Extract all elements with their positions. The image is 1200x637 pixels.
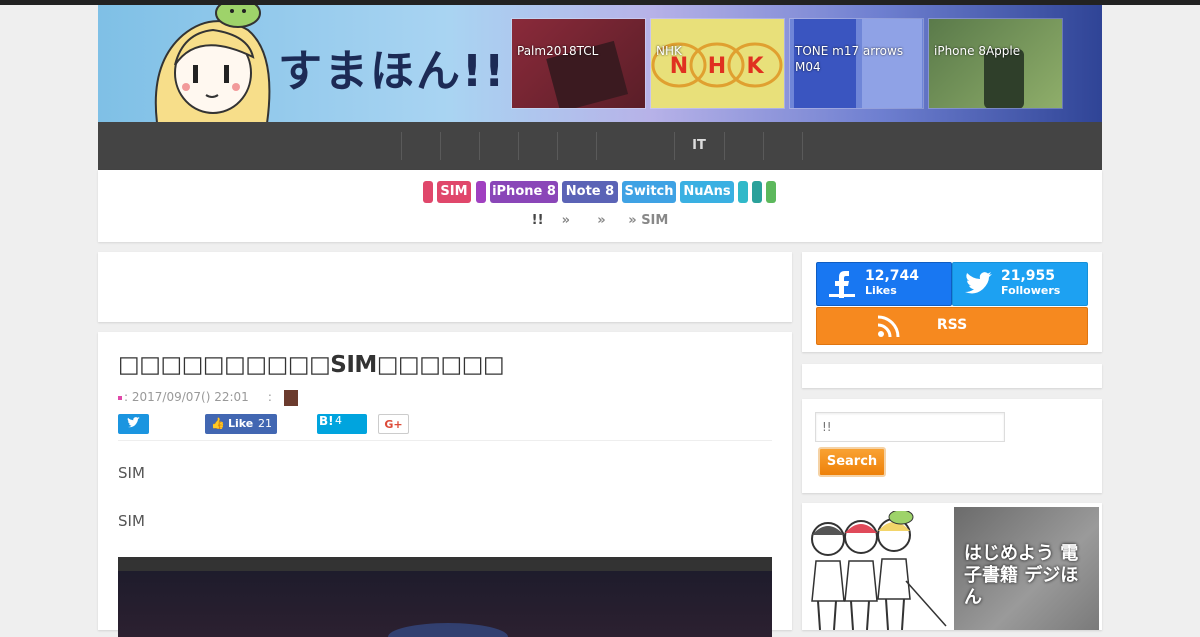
tweet-button[interactable]: [118, 414, 149, 434]
like-label: Like: [228, 417, 254, 430]
facebook-count: 12,744: [865, 268, 920, 284]
tag[interactable]: [766, 181, 776, 203]
article-meta: : 2017/09/07() 22:01 :: [118, 390, 272, 404]
facebook-icon: [829, 271, 855, 298]
breadcrumb-sep: »: [561, 213, 571, 228]
twitter-label: Followers: [1001, 284, 1061, 297]
nav-item[interactable]: [401, 132, 440, 160]
main-nav: IT: [98, 122, 1102, 170]
date-icon: [118, 395, 122, 400]
tag[interactable]: [476, 181, 486, 203]
breadcrumb-sep: »: [597, 213, 606, 228]
article-title: □□□□□□□□□□SIM□□□□□□: [118, 352, 505, 378]
stage-photo: [118, 557, 772, 637]
tag-nuans[interactable]: NuAns: [680, 181, 734, 203]
hatena-count: 4: [335, 414, 342, 427]
site-logo-text[interactable]: すまほん!!: [278, 35, 506, 99]
author-label: :: [267, 390, 272, 404]
site-header: すまほん!! Palm2018TCL N H K NHK TONE m17 ar…: [98, 5, 1102, 122]
mascots-illustration[interactable]: [806, 511, 952, 630]
rss-button[interactable]: RSS: [816, 307, 1088, 345]
article-paragraph: SIM: [118, 512, 145, 530]
search-widget: Search: [802, 399, 1102, 493]
featured-thumb-4[interactable]: iPhone 8Apple: [929, 19, 1062, 108]
nav-item[interactable]: [479, 132, 518, 160]
ad-panel: [98, 252, 792, 322]
nav-item[interactable]: [518, 132, 557, 160]
tag-switch[interactable]: Switch: [622, 181, 676, 203]
thumbs-up-icon: 👍: [211, 417, 225, 430]
ebook-banner-text: はじめよう 電子書籍 デジほん: [964, 543, 1079, 608]
article: □□□□□□□□□□SIM□□□□□□ : 2017/09/07() 22:01…: [98, 332, 792, 637]
breadcrumb-sep: »: [628, 213, 637, 228]
google-plus-icon: G+: [384, 418, 403, 431]
nav-item[interactable]: [724, 132, 763, 160]
tag[interactable]: [752, 181, 762, 203]
tag-iphone-8[interactable]: iPhone 8: [490, 181, 558, 203]
tag[interactable]: [738, 181, 748, 203]
featured-caption: Palm2018TCL: [517, 44, 599, 58]
tag-bar: SIM iPhone 8 Note 8 Switch NuAns !! » » …: [98, 170, 1102, 242]
nav-item-it[interactable]: IT: [674, 132, 723, 160]
featured-caption: iPhone 8Apple: [934, 44, 1021, 58]
twitter-count: 21,955: [1001, 268, 1056, 284]
nav-item[interactable]: [596, 132, 635, 160]
facebook-like-button[interactable]: 👍 Like 21: [205, 414, 277, 434]
tag[interactable]: [423, 181, 433, 203]
twitter-follow-button[interactable]: 21,955 Followers: [952, 262, 1088, 306]
facebook-label: Likes: [865, 284, 897, 297]
breadcrumb-home[interactable]: !!: [532, 213, 544, 228]
hatena-icon: B!: [319, 414, 334, 428]
featured-thumb-3[interactable]: TONE m17 arrows M04: [790, 19, 923, 108]
rss-label: RSS: [936, 317, 968, 333]
author-avatar[interactable]: [284, 390, 298, 406]
breadcrumb-current: SIM: [641, 213, 669, 228]
ebook-banner[interactable]: はじめよう 電子書籍 デジほん: [954, 507, 1099, 630]
nav-item[interactable]: [440, 132, 479, 160]
twitter-bird-icon: [965, 272, 992, 294]
hatena-bookmark-button[interactable]: B! 4: [317, 414, 367, 434]
banner-widget: はじめよう 電子書籍 デジほん: [802, 503, 1102, 630]
mascot-illustration: [154, 5, 271, 122]
facebook-follow-button[interactable]: 12,744 Likes: [816, 262, 952, 306]
social-panel: 12,744 Likes 21,955 Followers RSS: [802, 252, 1102, 352]
featured-thumb-1[interactable]: Palm2018TCL: [512, 19, 645, 108]
featured-thumb-2[interactable]: N H K NHK: [651, 19, 784, 108]
sidebar-widget: [802, 364, 1102, 388]
breadcrumb: !! » » » SIM: [98, 213, 1102, 228]
article-image: [118, 557, 772, 637]
post-date: : 2017/09/07() 22:01: [124, 390, 249, 404]
like-count: 21: [258, 417, 272, 430]
nav-item[interactable]: [557, 132, 596, 160]
divider: [118, 440, 772, 441]
iphone-photo: [984, 49, 1024, 108]
tag-note-8[interactable]: Note 8: [562, 181, 618, 203]
nhk-logo: N H K: [651, 42, 783, 88]
search-input[interactable]: [815, 412, 1005, 442]
nav-item[interactable]: [763, 132, 802, 160]
google-plus-button[interactable]: G+: [378, 414, 409, 434]
nav-divider: [802, 132, 803, 160]
device-photo: [546, 40, 629, 108]
twitter-icon: [127, 417, 140, 428]
search-button[interactable]: Search: [818, 447, 886, 477]
featured-caption: TONE m17 arrows M04: [795, 44, 904, 74]
tag-sim[interactable]: SIM: [437, 181, 471, 203]
featured-caption: NHK: [656, 44, 682, 58]
article-paragraph: SIM: [118, 464, 145, 482]
